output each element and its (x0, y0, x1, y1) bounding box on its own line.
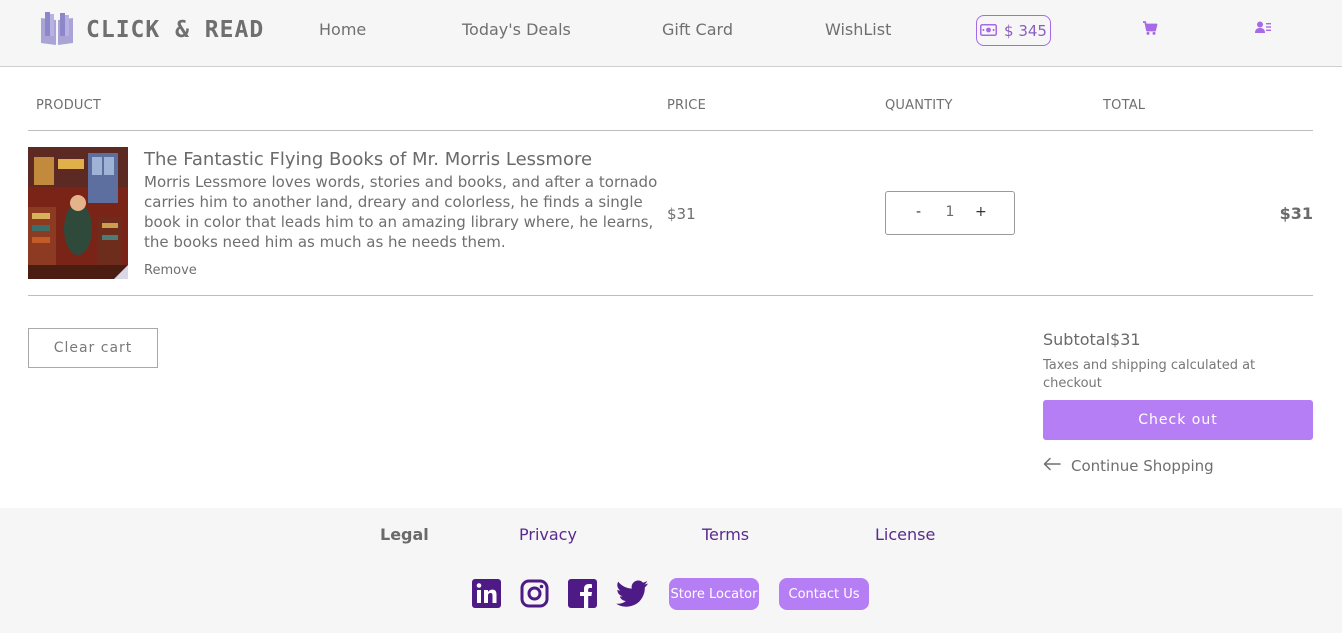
instagram-icon[interactable] (520, 579, 549, 608)
book-cover-image[interactable] (28, 147, 128, 279)
item-description: Morris Lessmore loves words, stories and… (144, 173, 658, 251)
nav-todays-deals[interactable]: Today's Deals (462, 20, 571, 39)
linkedin-icon[interactable] (472, 579, 501, 608)
continue-shopping-label: Continue Shopping (1071, 457, 1214, 475)
book-logo-icon (38, 10, 76, 50)
footer-link-terms[interactable]: Terms (702, 525, 749, 544)
site-footer: Legal Privacy Terms License Store Locato… (0, 508, 1342, 633)
subtotal: Subtotal$31 (1043, 330, 1141, 349)
decrease-quantity-button[interactable]: - (916, 204, 921, 220)
remove-item-link[interactable]: Remove (144, 263, 197, 278)
item-total: $31 (1279, 204, 1313, 223)
column-header-total: TOTAL (1103, 98, 1146, 113)
footer-link-privacy[interactable]: Privacy (519, 525, 577, 544)
nav-gift-card[interactable]: Gift Card (662, 20, 733, 39)
quantity-stepper: - 1 + (885, 191, 1015, 235)
item-price: $31 (667, 205, 696, 223)
table-divider-top (28, 130, 1313, 131)
column-header-product: PRODUCT (36, 98, 102, 113)
footer-link-license[interactable]: License (875, 525, 935, 544)
money-icon (980, 22, 1004, 40)
wallet-amount: $ 345 (1004, 21, 1047, 40)
item-title[interactable]: The Fantastic Flying Books of Mr. Morris… (144, 149, 592, 170)
logo-text: CLICK & READ (86, 17, 265, 43)
column-header-price: PRICE (667, 98, 706, 113)
wallet-balance-button[interactable]: $ 345 (976, 15, 1051, 46)
cart-icon[interactable] (1142, 20, 1158, 36)
footer-legal-heading: Legal (380, 525, 429, 544)
store-locator-button[interactable]: Store Locator (669, 578, 759, 610)
clear-cart-button[interactable]: Clear cart (28, 328, 158, 368)
continue-shopping-link[interactable]: Continue Shopping (1043, 457, 1214, 475)
nav-home[interactable]: Home (319, 20, 366, 39)
twitter-icon[interactable] (616, 579, 649, 608)
nav-wishlist[interactable]: WishList (825, 20, 891, 39)
user-list-icon[interactable] (1255, 20, 1271, 36)
site-logo[interactable]: CLICK & READ (38, 12, 264, 48)
checkout-button[interactable]: Check out (1043, 400, 1313, 440)
contact-us-button[interactable]: Contact Us (779, 578, 869, 610)
facebook-icon[interactable] (568, 579, 597, 608)
increase-quantity-button[interactable]: + (975, 204, 987, 220)
table-divider-bottom (28, 295, 1313, 296)
column-header-quantity: QUANTITY (885, 98, 953, 113)
quantity-value: 1 (945, 204, 955, 220)
tax-shipping-note: Taxes and shipping calculated at checkou… (1043, 358, 1256, 391)
arrow-left-icon (1043, 457, 1071, 475)
site-header: CLICK & READ Home Today's Deals Gift Car… (0, 0, 1342, 67)
